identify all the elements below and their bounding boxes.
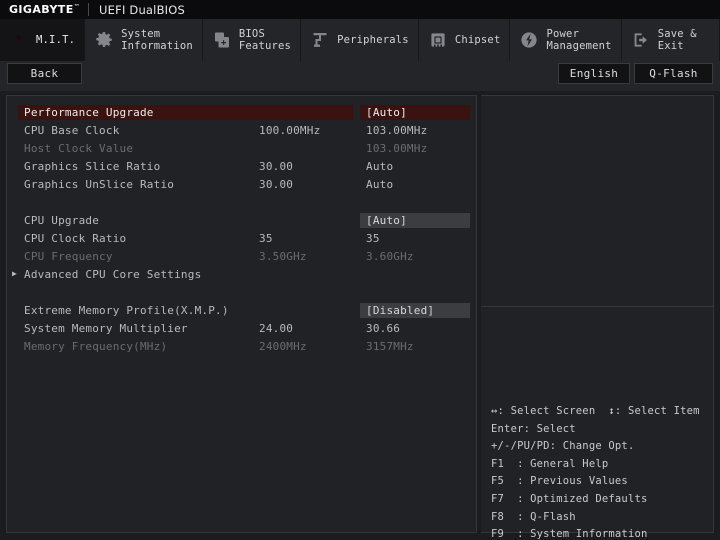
setting-label: CPU Upgrade xyxy=(24,213,100,227)
product-title: UEFI DualBIOS xyxy=(99,2,186,17)
tab-save-and-exit-label: Save & Exit xyxy=(657,27,697,53)
settings-row[interactable]: Graphics UnSlice Ratio 30.00 Auto xyxy=(7,175,476,193)
help-line: Enter: Select xyxy=(491,422,576,435)
setting-current-value: 100.00MHz xyxy=(259,123,321,137)
settings-submenu-row[interactable]: ▶ Advanced CPU Core Settings xyxy=(7,265,476,283)
setting-label: Extreme Memory Profile(X.M.P.) xyxy=(24,303,229,317)
setting-label: CPU Frequency xyxy=(24,249,113,263)
connector-icon xyxy=(310,30,330,50)
tab-peripherals[interactable]: Peripherals xyxy=(301,19,419,61)
setting-value[interactable]: [Auto] xyxy=(360,104,470,120)
lightning-icon xyxy=(519,30,539,50)
settings-row[interactable]: System Memory Multiplier 24.00 30.66 xyxy=(7,319,476,337)
setting-value: 103.00MHz xyxy=(366,141,428,155)
setting-current-value: 30.00 xyxy=(259,177,294,191)
settings-row[interactable]: Graphics Slice Ratio 30.00 Auto xyxy=(7,157,476,175)
setting-label: CPU Clock Ratio xyxy=(24,231,127,245)
setting-value[interactable]: 30.66 xyxy=(363,321,403,336)
tab-chipset[interactable]: Chipset xyxy=(419,19,511,61)
back-button[interactable]: Back xyxy=(7,63,82,84)
gear-icon xyxy=(94,30,114,50)
tab-power-management[interactable]: Power Management xyxy=(510,19,622,61)
setting-label: Host Clock Value xyxy=(24,141,134,155)
tab-chipset-label: Chipset xyxy=(454,33,501,46)
title-divider xyxy=(88,3,90,16)
qflash-button[interactable]: Q-Flash xyxy=(634,63,713,84)
setting-value: 3157MHz xyxy=(366,339,414,353)
chip-plus-icon xyxy=(212,30,232,50)
brand-text: GIGABYTE xyxy=(9,3,74,16)
setting-label: System Memory Multiplier xyxy=(24,321,188,335)
setting-value[interactable]: Auto xyxy=(363,159,396,174)
tab-save-and-exit[interactable]: Save & Exit xyxy=(622,19,720,61)
settings-row: Host Clock Value 103.00MHz xyxy=(7,139,476,157)
title-bar: GIGABYTE™ UEFI DualBIOS xyxy=(0,0,720,19)
tab-system-information-label: System Information xyxy=(121,27,193,53)
setting-value[interactable]: [Disabled] xyxy=(360,302,470,318)
setting-label: Memory Frequency(MHz) xyxy=(24,339,168,353)
setting-current-value: 2400MHz xyxy=(259,339,307,353)
settings-spacer xyxy=(7,193,476,211)
settings-row[interactable]: Extreme Memory Profile(X.M.P.) [Disabled] xyxy=(7,301,476,319)
help-line: F7 : Optimized Defaults xyxy=(491,492,648,505)
settings-row[interactable]: Performance Upgrade [Auto] xyxy=(7,103,476,121)
help-line: F8 : Q-Flash xyxy=(491,510,576,523)
settings-row: Memory Frequency(MHz) 2400MHz 3157MHz xyxy=(7,337,476,355)
settings-row: CPU Frequency 3.50GHz 3.60GHz xyxy=(7,247,476,265)
setting-label: Performance Upgrade xyxy=(18,104,353,120)
setting-current-value: 3.50GHz xyxy=(259,249,307,263)
setting-value[interactable]: Auto xyxy=(363,177,396,192)
tab-mit-label: M.I.T. xyxy=(36,33,76,46)
settings-list: Performance Upgrade [Auto] CPU Base Clock 1… xyxy=(7,103,476,355)
target-icon xyxy=(9,30,29,50)
help-key-legend: ↔: Select Screen ↕: Select Item Enter: Se… xyxy=(491,403,719,540)
settings-spacer xyxy=(7,283,476,301)
settings-pane: Performance Upgrade [Auto] CPU Base Clock 1… xyxy=(6,95,477,533)
trademark-mark: ™ xyxy=(73,3,81,11)
setting-value: 3.60GHz xyxy=(366,249,414,263)
tab-power-management-label: Power Management xyxy=(546,27,612,53)
setting-value[interactable]: [Auto] xyxy=(360,212,470,228)
help-line: ↔: Select Screen ↕: Select Item xyxy=(491,405,700,417)
setting-current-value: 35 xyxy=(259,231,273,245)
bios-setup-window: GIGABYTE™ UEFI DualBIOS M.I.T. System In… xyxy=(0,0,720,540)
setting-label: CPU Base Clock xyxy=(24,123,120,137)
settings-row[interactable]: CPU Clock Ratio 35 35 xyxy=(7,229,476,247)
setting-label: Graphics UnSlice Ratio xyxy=(24,177,175,191)
tab-bios-features[interactable]: BIOS Features xyxy=(203,19,302,61)
setting-label: Graphics Slice Ratio xyxy=(24,159,161,173)
exit-arrow-icon xyxy=(631,30,651,50)
tab-peripherals-label: Peripherals xyxy=(337,33,409,46)
tab-system-information[interactable]: System Information xyxy=(85,19,203,61)
settings-row[interactable]: CPU Base Clock 100.00MHz 103.00MHz xyxy=(7,121,476,139)
setting-label: Advanced CPU Core Settings xyxy=(24,267,202,281)
setting-value[interactable]: 103.00MHz xyxy=(363,123,430,138)
help-line: F5 : Previous Values xyxy=(491,475,628,488)
main-nav-tabs: M.I.T. System Information BIOS Features … xyxy=(0,19,720,61)
tab-mit[interactable]: M.I.T. xyxy=(0,19,86,61)
help-pane-divider xyxy=(481,306,714,307)
settings-row[interactable]: CPU Upgrade [Auto] xyxy=(7,211,476,229)
gigabyte-logo: GIGABYTE™ xyxy=(0,3,80,16)
setting-current-value: 30.00 xyxy=(259,159,294,173)
setting-value[interactable]: 35 xyxy=(363,231,383,246)
setting-current-value: 24.00 xyxy=(259,321,294,335)
chipset-icon xyxy=(428,30,448,50)
language-button[interactable]: English xyxy=(558,63,630,84)
content-area: Performance Upgrade [Auto] CPU Base Clock 1… xyxy=(0,91,720,540)
help-line: F1 : General Help xyxy=(491,457,609,470)
help-line: F9 : System Information xyxy=(491,528,648,540)
tab-bios-features-label: BIOS Features xyxy=(238,27,292,53)
help-line: +/-/PU/PD: Change Opt. xyxy=(491,440,635,453)
